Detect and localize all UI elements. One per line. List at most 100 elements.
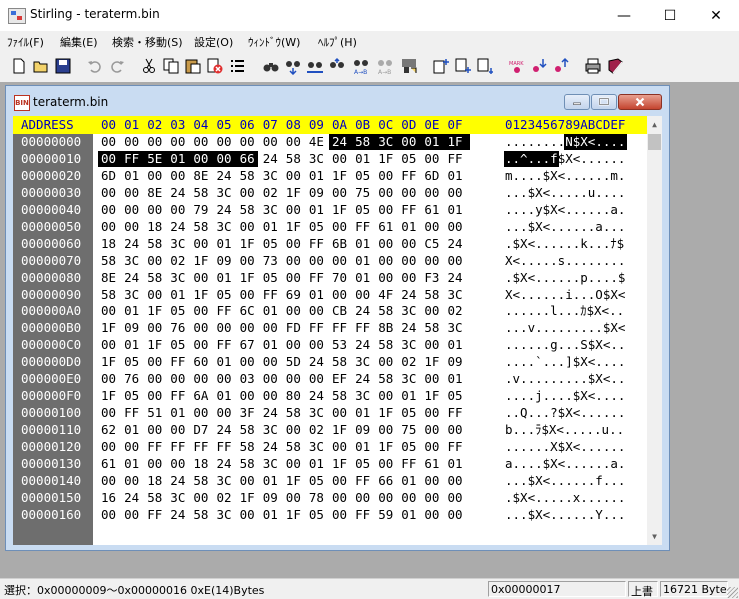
hex-byte-cell[interactable]: 24 [448,270,463,286]
hex-byte-cell[interactable]: 01 [401,219,416,235]
hex-byte-cell[interactable]: 53 [332,337,347,353]
hex-byte-cell[interactable]: 00 [332,490,347,506]
hex-byte-cell[interactable]: FF [263,287,278,303]
hex-byte-cell[interactable]: 01 [448,337,463,353]
hex-byte-cell[interactable]: 00 [401,253,416,269]
hex-byte-cell[interactable]: 58 [101,253,116,269]
hex-byte-cell[interactable]: 00 [448,422,463,438]
hex-byte-cell[interactable]: 00 [193,151,208,167]
hex-byte-cell[interactable]: 3C [217,473,232,489]
hex-byte-cell[interactable]: 24 [355,303,370,319]
hex-byte-cell[interactable]: 58 [193,185,208,201]
hex-byte-cell[interactable]: 1F [332,168,347,184]
hex-byte-cell[interactable]: FF [217,303,232,319]
hex-byte-cell[interactable]: 3C [217,507,232,523]
hex-byte-cell[interactable]: 58 [286,405,301,421]
hex-byte-cell[interactable]: FF [355,219,370,235]
hex-byte-cell[interactable]: 00 [286,337,301,353]
hex-byte-cell[interactable]: 8E [147,185,162,201]
hex-byte-cell[interactable]: C5 [424,236,439,252]
hex-byte-cell[interactable]: 00 [332,219,347,235]
hex-byte-cell[interactable]: 3C [378,134,393,150]
ascii-cell[interactable]: X<.....s........ [505,253,625,269]
hex-byte-cell[interactable]: 76 [124,371,139,387]
hex-byte-cell[interactable]: 01 [448,168,463,184]
hex-byte-cell[interactable]: 00 [124,202,139,218]
ascii-cell[interactable]: .$X<......k...ﾅ$ [505,236,624,252]
hex-byte-cell[interactable]: 01 [355,236,370,252]
hex-byte-cell[interactable]: 00 [170,371,185,387]
hex-byte-cell[interactable]: 1F [240,490,255,506]
hex-byte-cell[interactable]: 3C [448,320,463,336]
ascii-cell[interactable]: a....$X<......a. [505,456,625,472]
hex-byte-cell[interactable]: 58 [378,371,393,387]
scroll-up-arrow-icon[interactable]: ▲ [647,116,662,133]
hex-byte-cell[interactable]: 00 [101,303,116,319]
hex-byte-cell[interactable]: 01 [355,270,370,286]
hex-byte-cell[interactable]: 24 [401,287,416,303]
hex-byte-cell[interactable]: 00 [378,422,393,438]
hex-byte-cell[interactable]: FF [147,507,162,523]
hex-byte-cell[interactable]: 00 [263,388,278,404]
book-icon[interactable] [606,57,624,75]
hex-byte-cell[interactable]: 3C [309,151,324,167]
hex-byte-cell[interactable]: 00 [147,354,162,370]
hex-byte-cell[interactable]: 1F [332,422,347,438]
hex-byte-cell[interactable]: 1F [286,473,301,489]
hex-byte-cell[interactable]: 58 [240,456,255,472]
hex-byte-cell[interactable]: 00 [240,507,255,523]
hex-byte-cell[interactable]: 00 [193,270,208,286]
hex-byte-cell[interactable]: FF [217,337,232,353]
hex-byte-cell[interactable]: 00 [424,219,439,235]
hex-byte-cell[interactable]: 00 [286,303,301,319]
hex-byte-cell[interactable]: 3C [448,287,463,303]
hex-byte-cell[interactable]: 03 [240,371,255,387]
hex-byte-cell[interactable]: 09 [124,320,139,336]
hex-byte-cell[interactable]: 01 [309,456,324,472]
hex-byte-cell[interactable]: 6B [332,236,347,252]
hex-byte-cell[interactable]: 00 [309,303,324,319]
hex-byte-cell[interactable]: 00 [424,337,439,353]
hex-byte-cell[interactable]: 05 [401,439,416,455]
hex-byte-cell[interactable]: 00 [217,371,232,387]
hex-byte-cell[interactable]: 24 [124,236,139,252]
hex-byte-cell[interactable]: 18 [101,236,116,252]
hex-byte-cell[interactable]: 00 [286,456,301,472]
hex-byte-cell[interactable]: 02 [170,253,185,269]
hex-byte-cell[interactable]: 01 [355,439,370,455]
ascii-cell[interactable]: b...ﾗ$X<.....u.. [505,422,624,438]
hex-byte-cell[interactable]: 00 [193,320,208,336]
hex-byte-cell[interactable]: EF [332,371,347,387]
hex-byte-cell[interactable]: 78 [309,490,324,506]
hex-byte-cell[interactable]: 00 [378,354,393,370]
ascii-cell[interactable]: ...$X<......Y... [505,507,625,523]
hex-byte-cell[interactable]: 05 [309,219,324,235]
hex-byte-cell[interactable]: 3C [401,303,416,319]
insert-after-icon[interactable] [454,57,472,75]
hex-byte-cell[interactable]: 58 [286,151,301,167]
hex-byte-cell[interactable]: 00 [101,219,116,235]
hex-byte-cell[interactable]: 00 [240,388,255,404]
hex-byte-cell[interactable]: 24 [448,236,463,252]
hex-byte-cell[interactable]: 00 [193,134,208,150]
hex-byte-cell[interactable]: 3C [309,439,324,455]
hex-byte-cell[interactable]: 00 [147,371,162,387]
replace-all-icon[interactable]: A→B [376,57,394,75]
hex-byte-cell[interactable]: 24 [217,456,232,472]
hex-byte-cell[interactable]: 00 [378,168,393,184]
hex-byte-cell[interactable]: 09 [263,490,278,506]
hex-byte-cell[interactable]: 02 [401,354,416,370]
vertical-scrollbar[interactable]: ▲ ▼ [647,116,662,545]
hex-byte-cell[interactable]: 00 [401,134,416,150]
hex-byte-cell[interactable]: 05 [401,151,416,167]
mark-prev-icon[interactable] [552,57,570,75]
resize-grip[interactable] [727,587,738,598]
hex-byte-cell[interactable]: 24 [217,422,232,438]
hex-byte-cell[interactable]: 00 [124,439,139,455]
hex-byte-cell[interactable]: 05 [170,337,185,353]
hex-byte-cell[interactable]: 51 [147,405,162,421]
hex-byte-cell[interactable]: 61 [378,219,393,235]
hex-byte-cell[interactable]: 00 [170,134,185,150]
hex-byte-cell[interactable]: 24 [355,371,370,387]
hex-byte-cell[interactable]: 1F [378,151,393,167]
